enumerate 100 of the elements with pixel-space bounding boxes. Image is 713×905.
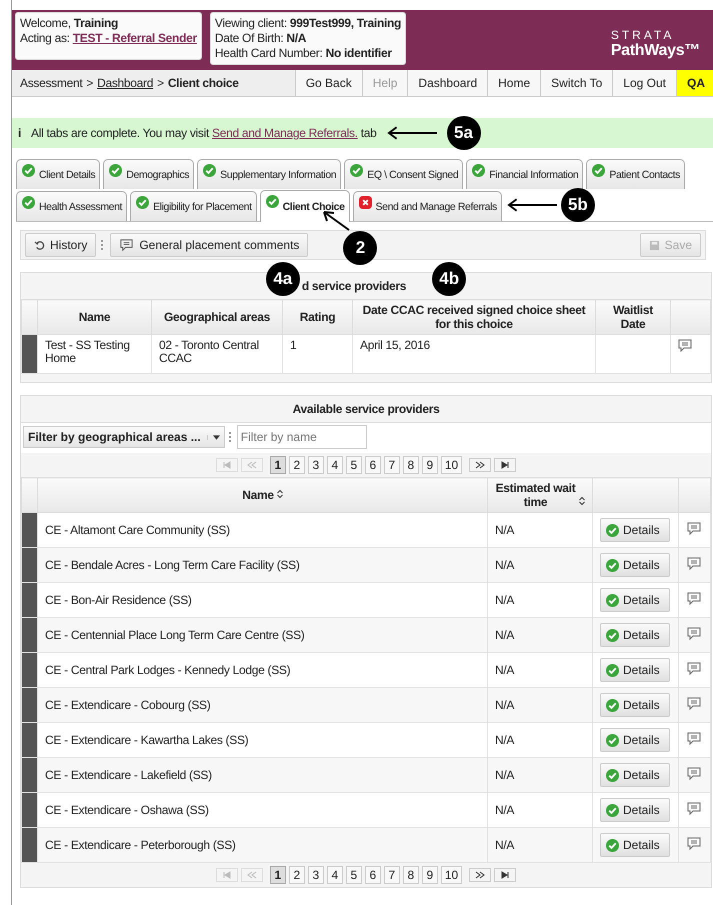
comment-icon[interactable] [686,556,702,572]
nav-button[interactable]: Dashboard [407,70,488,96]
details-button[interactable]: Details [600,798,670,822]
last-page-icon[interactable] [494,457,516,473]
column-header: Date CCAC received signed choice sheet for this choice [352,300,596,334]
page-button[interactable]: 5 [346,866,362,884]
check-icon [606,594,619,606]
details-button[interactable]: Details [600,658,670,682]
page-button[interactable]: 7 [384,456,400,474]
area-filter-dropdown[interactable]: Filter by geographical areas ... [23,426,225,448]
tab[interactable]: Patient Contacts [586,159,686,189]
nav-button[interactable]: Log Out [612,70,676,96]
breadcrumb-separator: > [86,76,94,90]
check-icon [606,628,619,642]
annotation-arrow [321,209,352,233]
tab[interactable]: Client Details [16,159,100,189]
caret-icon [206,434,220,440]
name-filter-field[interactable]: Filter by name [236,425,367,449]
panel-title: Available service providers [292,402,440,416]
page-button[interactable]: 1 [270,866,286,884]
page-button[interactable]: 9 [422,456,438,474]
details-button[interactable]: Details [600,623,670,647]
tab[interactable]: Client Choice [260,190,350,222]
field-label: Health Card Number: [214,46,323,60]
history-button[interactable]: History [25,233,96,257]
page-button[interactable]: 2 [288,866,305,884]
comment-icon[interactable] [686,836,702,852]
breadcrumb-item[interactable]: Assessment [20,76,82,90]
breadcrumb-link[interactable]: Dashboard [97,76,154,90]
table-cell: CE - Extendicare - Cobourg (SS) [38,688,488,722]
next-page-icon[interactable] [469,867,492,883]
check-icon [136,196,150,209]
page-button[interactable]: 3 [308,866,324,884]
comments-button[interactable]: General placement comments [110,233,308,257]
field-value: N/A [286,31,306,45]
nav-button[interactable]: Switch To [540,70,612,96]
details-button[interactable]: Details [600,833,670,857]
page-button[interactable]: 3 [308,456,324,474]
page-button[interactable]: 4 [326,456,343,474]
sort-icon[interactable] [578,496,584,506]
table-cell: CE - Centennial Place Long Term Care Centre (SS) [38,618,488,652]
nav-button[interactable]: Go Back [294,70,362,96]
page-button[interactable]: 6 [364,866,381,884]
table-cell: 1 [282,334,352,374]
comment-icon[interactable] [686,590,702,606]
check-icon [606,734,619,746]
user-name: Training [74,16,118,30]
check-icon [606,524,619,536]
field-label: Viewing client: [214,16,287,30]
next-page-icon[interactable] [469,457,492,473]
comment-icon[interactable] [686,766,702,782]
page-button[interactable]: 8 [402,866,419,884]
details-button[interactable]: Details [600,693,670,717]
page-button[interactable]: 5 [346,456,362,474]
check-icon [109,164,122,177]
details-button[interactable]: Details [600,728,670,752]
page-button[interactable]: 6 [364,456,381,474]
annotation-badge: 5a [446,116,481,150]
panel-title: d service providers [302,279,406,293]
referrals-link[interactable]: Send and Manage Referrals. [212,126,358,140]
tab[interactable]: Financial Information [466,159,584,189]
sort-icon[interactable] [276,489,283,499]
last-page-icon[interactable] [494,867,516,883]
comment-icon[interactable] [686,660,702,676]
tab[interactable]: Supplementary Information [197,159,342,189]
details-button[interactable]: Details [600,763,670,787]
role-link[interactable]: TEST - Referral Sender [72,31,197,45]
tab[interactable]: Send and Manage Referrals [352,191,502,221]
tab[interactable]: Demographics [103,159,194,189]
column-header[interactable]: Name [242,488,274,502]
tab[interactable]: EQ \ Consent Signed [344,159,464,189]
page-button[interactable]: 1 [270,456,286,474]
tab[interactable]: Health Assessment [16,191,128,221]
refresh-icon [34,240,45,250]
details-button[interactable]: Details [600,588,670,612]
page-button[interactable]: 7 [384,866,400,884]
details-button[interactable]: Details [600,553,670,577]
check-icon [606,698,619,712]
page-button[interactable]: 10 [440,866,462,884]
page-button[interactable]: 10 [440,456,462,474]
comment-icon[interactable] [686,520,702,536]
column-header: Rating [282,300,352,334]
tab[interactable]: Eligibility for Placement [130,191,257,221]
details-button[interactable]: Details [600,518,670,542]
comment-icon[interactable] [686,800,702,816]
page-button[interactable]: 8 [402,456,419,474]
table-cell: N/A [488,828,592,862]
comment-icon[interactable] [686,696,702,712]
check-icon [606,768,619,782]
comment-icon[interactable] [677,338,693,354]
page-button[interactable]: 2 [288,456,305,474]
nav-button[interactable]: QA [676,70,713,96]
annotation-badge: 2 [343,231,378,265]
info-icon: i [18,126,22,140]
page-button[interactable]: 9 [422,866,438,884]
nav-button[interactable]: Home [487,70,540,96]
page-button[interactable]: 4 [326,866,343,884]
comment-icon[interactable] [686,626,702,642]
check-icon [203,164,216,177]
comment-icon[interactable] [686,730,702,746]
